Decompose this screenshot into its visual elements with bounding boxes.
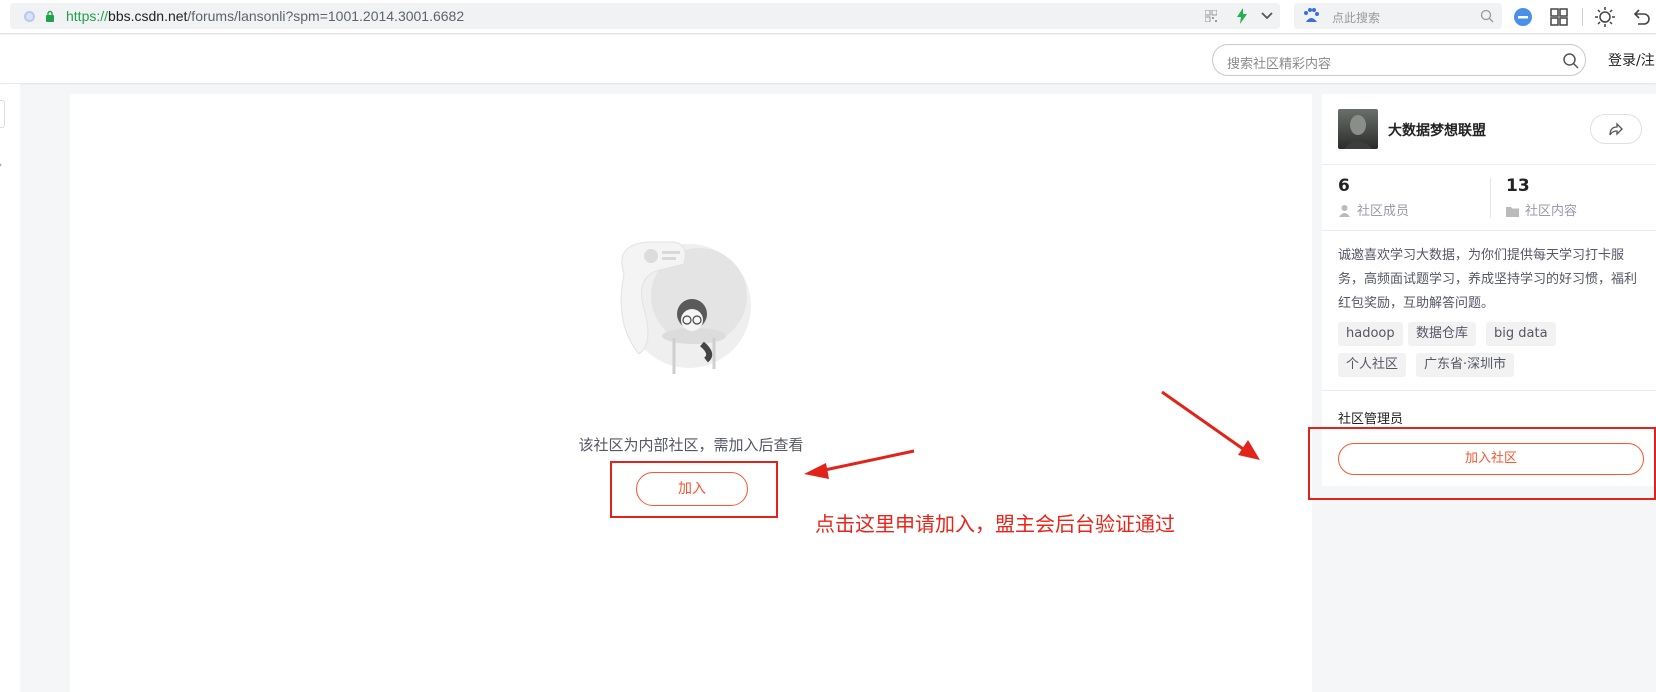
left-sidebar-edge: ›: [0, 84, 20, 692]
ad-block-icon[interactable]: [1512, 6, 1534, 28]
annotation-box-join: [610, 461, 778, 518]
admin-section-title: 社区管理员: [1338, 412, 1404, 427]
lightning-icon[interactable]: [1235, 8, 1249, 24]
undo-icon[interactable]: [1630, 6, 1652, 28]
site-info-icon[interactable]: [24, 11, 35, 22]
login-link[interactable]: 登录/注: [1608, 50, 1655, 70]
browser-toolbar: https://bbs.csdn.net/forums/lansonli?spm…: [0, 0, 1656, 34]
toolbar-divider: [1582, 8, 1583, 26]
share-icon: [1609, 122, 1623, 136]
locked-community-illustration: [620, 241, 751, 374]
community-avatar[interactable]: [1338, 109, 1378, 149]
locked-message: 该社区为内部社区，需加入后查看: [578, 436, 804, 454]
baidu-paw-icon: [1304, 8, 1319, 22]
annotation-text: 点击这里申请加入，盟主会后台验证通过: [815, 512, 1175, 536]
browser-search-box[interactable]: 点此搜索: [1294, 3, 1502, 29]
address-bar[interactable]: https://bbs.csdn.net/forums/lansonli?spm…: [10, 3, 1280, 29]
folder-icon: [1506, 207, 1519, 217]
chevron-right-icon[interactable]: ›: [0, 158, 2, 171]
lock-icon: [46, 10, 54, 22]
tag-personal-community[interactable]: 个人社区: [1338, 353, 1407, 377]
tag-location[interactable]: 广东省·深圳市: [1416, 353, 1515, 377]
site-header: 搜索社区精彩内容 登录/注: [0, 35, 1656, 83]
search-icon[interactable]: [1480, 9, 1494, 23]
search-icon[interactable]: [1562, 52, 1579, 69]
divider: [1322, 230, 1656, 231]
share-button[interactable]: [1590, 114, 1642, 144]
brightness-icon[interactable]: [1594, 6, 1616, 28]
tag-hadoop[interactable]: hadoop: [1338, 322, 1403, 346]
members-count: 6: [1338, 176, 1350, 196]
community-description: 诚邀喜欢学习大数据，为你们提供每天学习打卡服务，高频面试题学习，养成坚持学习的好…: [1338, 248, 1638, 311]
collapse-handle[interactable]: [0, 100, 5, 128]
browser-search-placeholder: 点此搜索: [1332, 11, 1381, 25]
user-icon: [1339, 205, 1350, 217]
chevron-down-icon[interactable]: [1260, 10, 1274, 22]
content-count: 13: [1506, 176, 1530, 196]
stat-separator: [1490, 178, 1491, 218]
content-label: 社区内容: [1506, 200, 1577, 219]
community-name[interactable]: 大数据梦想联盟: [1388, 120, 1486, 140]
members-label: 社区成员: [1338, 200, 1409, 219]
main-content: 该社区为内部社区，需加入后查看 加入: [70, 94, 1312, 692]
apps-grid-icon[interactable]: [1548, 6, 1570, 28]
divider: [1322, 164, 1656, 165]
search-placeholder: 搜索社区精彩内容: [1227, 57, 1332, 72]
url-text[interactable]: https://bbs.csdn.net/forums/lansonli?spm…: [66, 8, 464, 24]
community-search-input[interactable]: 搜索社区精彩内容: [1212, 44, 1586, 76]
divider: [1322, 390, 1656, 391]
tag-big-data[interactable]: big data: [1486, 322, 1556, 346]
qr-code-icon[interactable]: [1205, 10, 1217, 22]
annotation-box-join-community: [1308, 427, 1656, 500]
tag-data-warehouse[interactable]: 数据仓库: [1408, 322, 1477, 346]
avatar-image: [1344, 115, 1372, 149]
